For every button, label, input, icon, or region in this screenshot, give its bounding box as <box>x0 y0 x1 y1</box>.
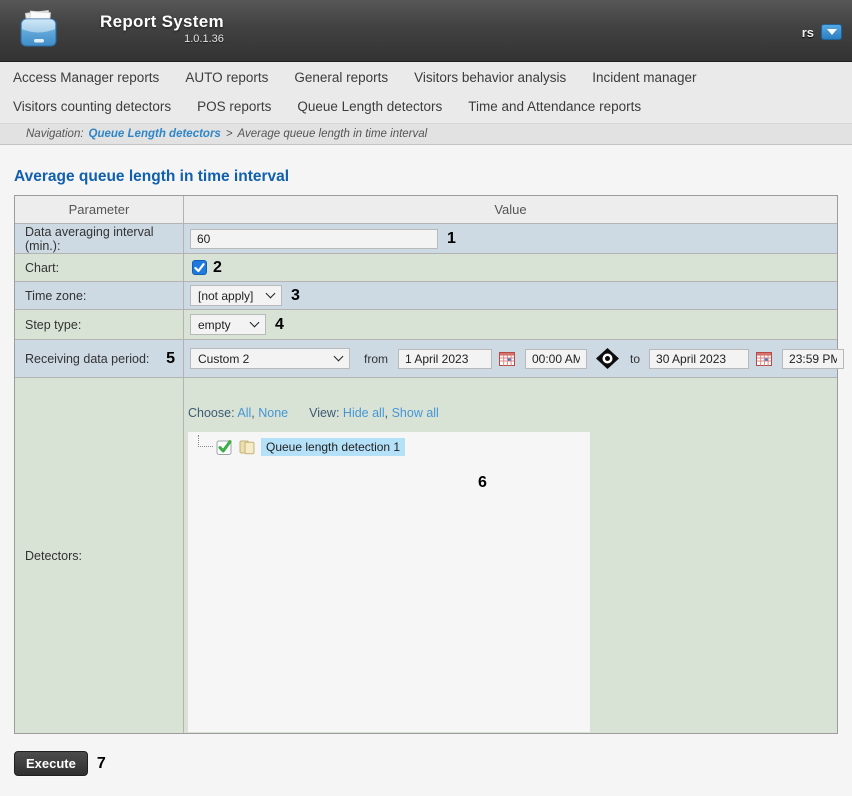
chevron-down-icon <box>827 29 837 35</box>
annotation-6: 6 <box>478 474 487 492</box>
to-label: to <box>630 352 640 366</box>
from-time-input[interactable] <box>525 349 587 369</box>
period-label: Receiving data period: <box>25 352 149 366</box>
table-row: Time zone: [not apply] 3 <box>15 282 837 310</box>
breadcrumb-link-queue-length-detectors[interactable]: Queue Length detectors <box>89 128 221 140</box>
menu-visitors-behavior-analysis[interactable]: Visitors behavior analysis <box>401 70 579 85</box>
from-label: from <box>364 352 388 366</box>
table-row: Chart: 2 <box>15 254 837 282</box>
execute-button[interactable]: Execute <box>14 751 88 776</box>
detectors-label: Detectors: <box>25 549 82 563</box>
menu-pos-reports[interactable]: POS reports <box>184 99 284 114</box>
view-show-all-link[interactable]: Show all <box>392 406 439 420</box>
user-menu-button[interactable] <box>821 24 842 40</box>
tree-item-checkbox[interactable] <box>216 439 234 456</box>
annotation-2: 2 <box>213 259 222 277</box>
checked-checkbox-icon <box>192 260 207 275</box>
column-header-parameter: Parameter <box>15 196 184 223</box>
table-row: Step type: empty 4 <box>15 310 837 340</box>
choose-none-link[interactable]: None <box>258 406 288 420</box>
chevron-down-icon <box>266 289 276 299</box>
view-label: View: <box>309 406 339 420</box>
main-menu: Access Manager reports AUTO reports Gene… <box>0 62 852 123</box>
tree-item-label[interactable]: Queue length detection 1 <box>261 438 405 456</box>
chart-label: Chart: <box>15 254 184 281</box>
averaging-interval-label: Data averaging interval (min.): <box>15 224 184 253</box>
menu-visitors-counting-detectors[interactable]: Visitors counting detectors <box>0 99 184 114</box>
from-date-calendar-icon[interactable] <box>499 351 515 366</box>
menu-queue-length-detectors[interactable]: Queue Length detectors <box>284 99 455 114</box>
detectors-toolbar: Choose: All, None View: Hide all, Show a… <box>188 406 837 423</box>
parameter-table: Parameter Value Data averaging interval … <box>14 195 838 734</box>
view-hide-all-link[interactable]: Hide all <box>343 406 385 420</box>
annotation-4: 4 <box>275 316 284 334</box>
breadcrumb: Navigation: Queue Length detectors > Ave… <box>0 123 852 145</box>
steptype-select[interactable]: empty <box>190 314 266 335</box>
page-title: Average queue length in time interval <box>14 168 852 186</box>
chart-checkbox[interactable] <box>192 260 207 275</box>
table-row: Data averaging interval (min.): 1 <box>15 224 837 254</box>
averaging-interval-input[interactable] <box>190 229 438 249</box>
timezone-label: Time zone: <box>15 282 184 309</box>
app-logo-icon <box>16 10 62 55</box>
app-version: 1.0.1.36 <box>100 33 224 45</box>
column-header-value: Value <box>184 196 837 223</box>
menu-time-attendance-reports[interactable]: Time and Attendance reports <box>455 99 654 114</box>
timezone-select[interactable]: [not apply] <box>190 285 282 306</box>
app-header: Report System 1.0.1.36 rs <box>0 0 852 62</box>
annotation-7: 7 <box>97 755 106 773</box>
menu-general-reports[interactable]: General reports <box>281 70 401 85</box>
to-date-calendar-icon[interactable] <box>756 351 772 366</box>
chevron-down-icon <box>334 352 344 362</box>
tree-connector <box>198 435 213 447</box>
breadcrumb-prefix: Navigation: <box>26 128 84 140</box>
menu-auto-reports[interactable]: AUTO reports <box>172 70 281 85</box>
annotation-3: 3 <box>291 287 300 305</box>
table-row: Receiving data period: 5 Custom 2 from <box>15 340 837 378</box>
detectors-tree-panel: Queue length detection 1 6 <box>188 432 590 732</box>
app-title: Report System <box>100 12 224 32</box>
annotation-5: 5 <box>166 350 175 368</box>
from-time-picker-icon[interactable] <box>596 348 619 369</box>
user-initials: rs <box>802 25 814 40</box>
period-preset-select[interactable]: Custom 2 <box>190 348 350 369</box>
menu-access-manager-reports[interactable]: Access Manager reports <box>0 70 172 85</box>
breadcrumb-separator: > <box>226 128 233 140</box>
breadcrumb-current: Average queue length in time interval <box>238 128 428 140</box>
tree-item-queue-length-detection-1[interactable]: Queue length detection 1 <box>198 438 405 456</box>
checked-checkbox-icon <box>216 439 234 456</box>
to-time-input[interactable] <box>782 349 844 369</box>
detector-folder-icon <box>238 439 256 455</box>
table-row: Detectors: Choose: All, None View: Hide … <box>15 378 837 733</box>
from-date-input[interactable] <box>398 349 492 369</box>
steptype-label: Step type: <box>15 310 184 339</box>
chevron-down-icon <box>250 318 260 328</box>
choose-label: Choose: <box>188 406 235 420</box>
choose-all-link[interactable]: All <box>237 406 251 420</box>
annotation-1: 1 <box>447 230 456 248</box>
to-date-input[interactable] <box>649 349 749 369</box>
menu-incident-manager[interactable]: Incident manager <box>579 70 709 85</box>
